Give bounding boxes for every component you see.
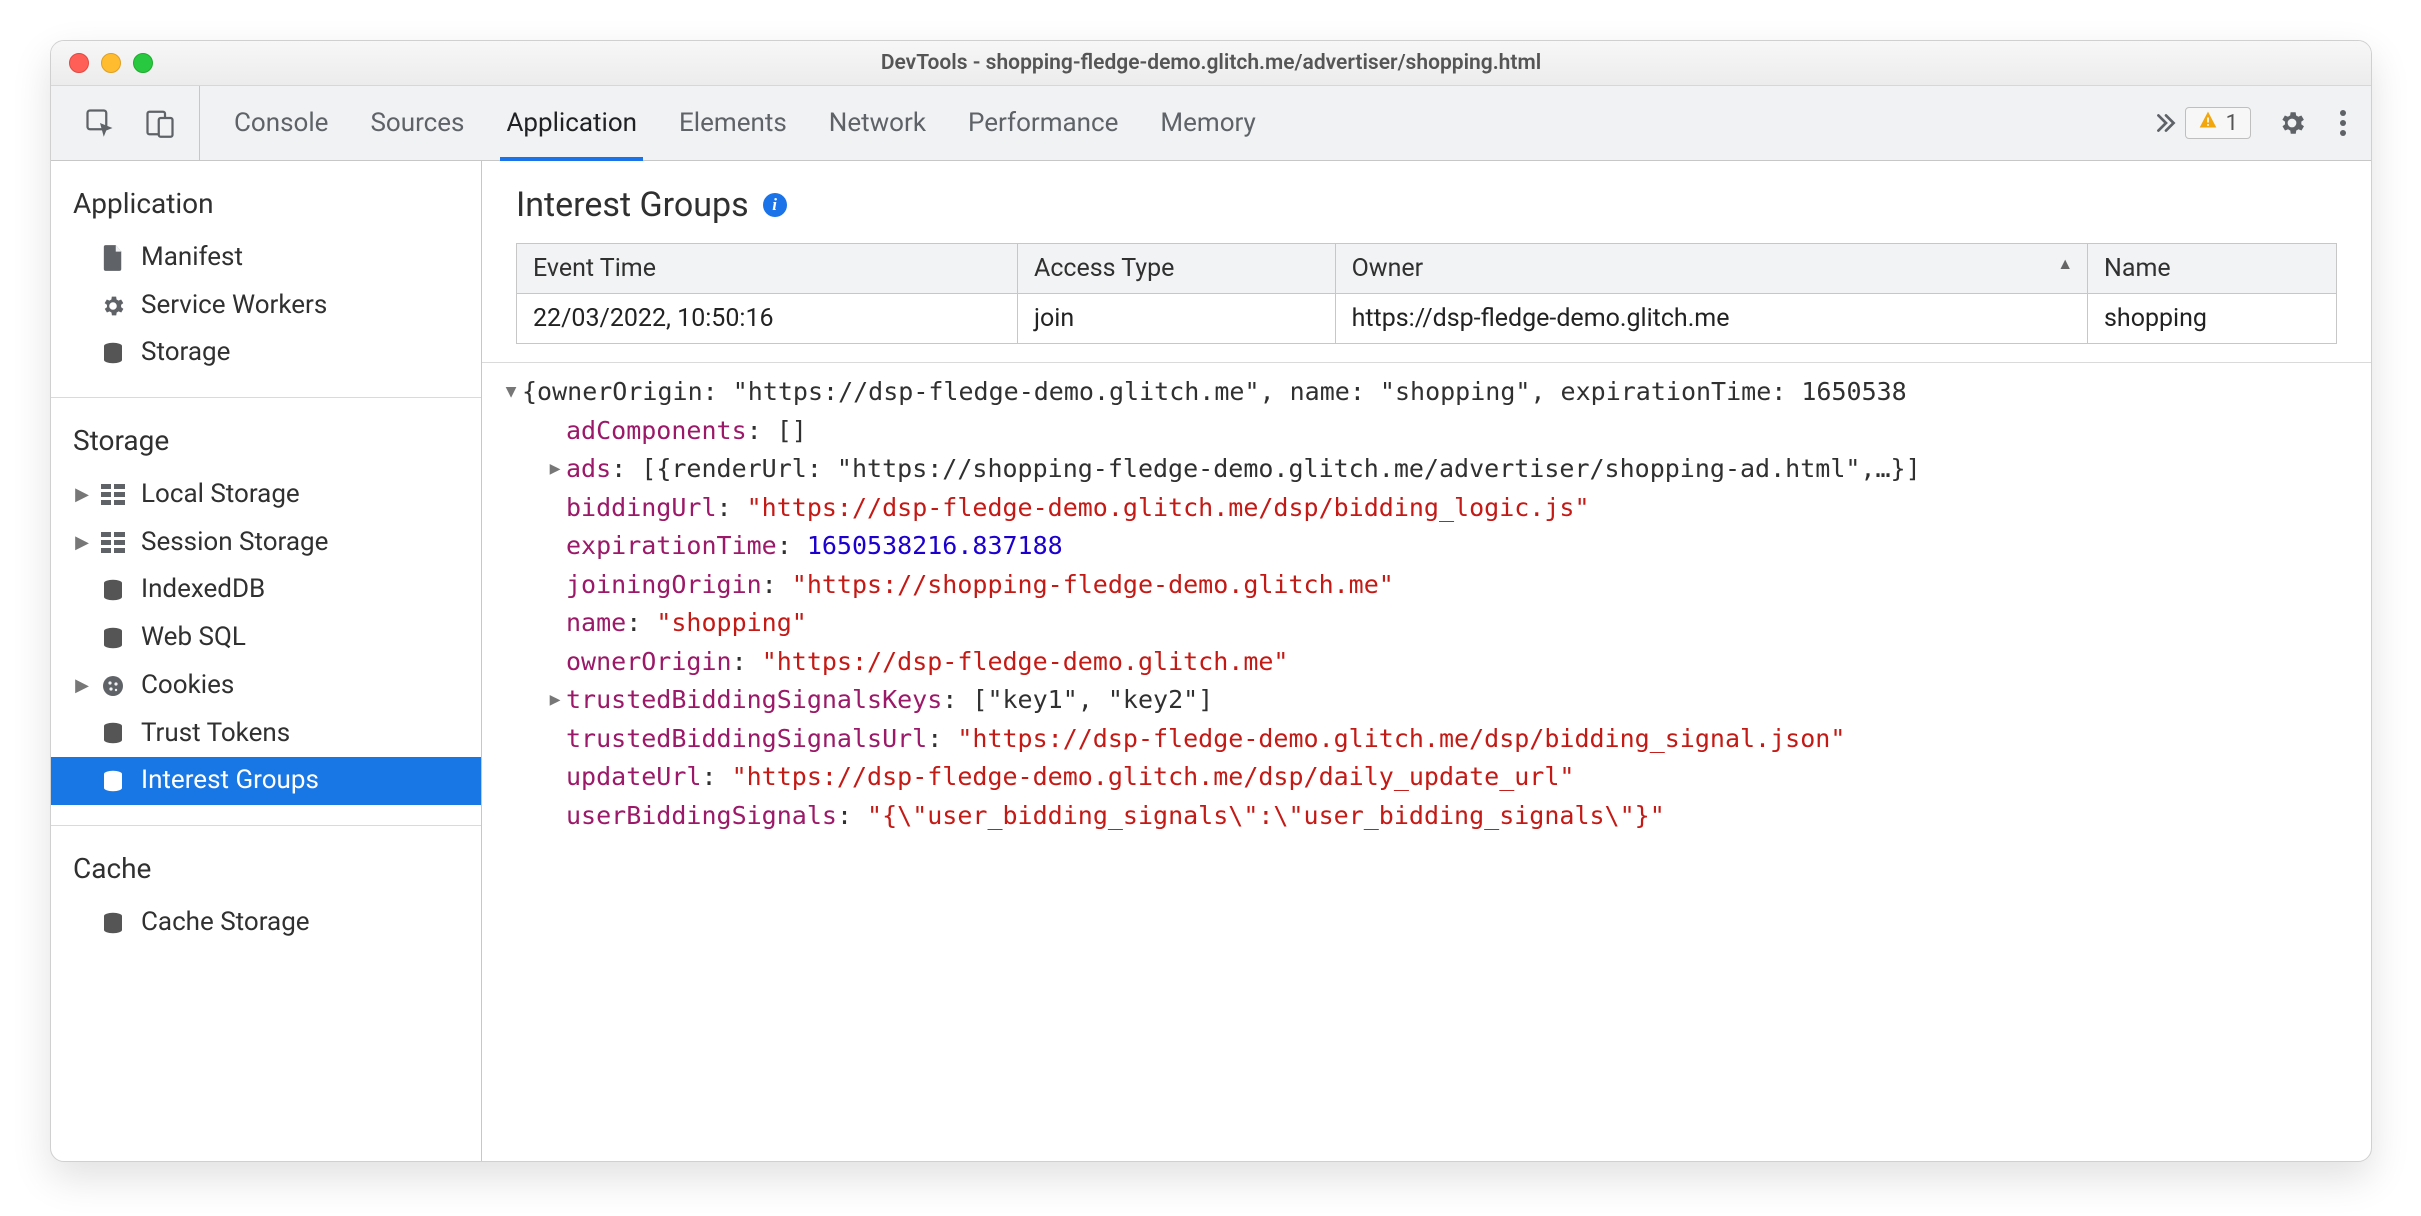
tab-sources[interactable]: Sources — [370, 86, 464, 160]
col-access-type[interactable]: Access Type — [1018, 244, 1336, 294]
inspect-icon[interactable] — [79, 102, 121, 144]
db-icon — [99, 578, 127, 602]
col-event-time[interactable]: Event Time — [517, 244, 1018, 294]
db-icon — [99, 769, 127, 793]
chevron-right-icon[interactable]: ▶ — [73, 482, 91, 508]
file-icon — [99, 245, 127, 271]
tree-item-trustedBiddingSignalsKeys[interactable]: ▶trustedBiddingSignalsKeys: ["key1", "ke… — [500, 681, 2353, 720]
zoom-window-button[interactable] — [133, 53, 153, 73]
sidebar-item-label: Local Storage — [141, 476, 300, 514]
sidebar-section-cache: Cache — [51, 844, 481, 899]
device-toolbar-icon[interactable] — [139, 102, 181, 144]
tree-item-adComponents[interactable]: adComponents: [] — [500, 412, 2353, 451]
db-icon — [99, 721, 127, 745]
tree-item-ads[interactable]: ▶ads: [{renderUrl: "https://shopping-fle… — [500, 450, 2353, 489]
tree-item-trustedBiddingSignalsUrl[interactable]: trustedBiddingSignalsUrl: "https://dsp-f… — [500, 720, 2353, 759]
tab-elements[interactable]: Elements — [679, 86, 787, 160]
toolbar: Console Sources Application Elements Network… — [51, 86, 2371, 161]
issues-badge[interactable]: 1 — [2185, 107, 2251, 139]
settings-icon[interactable] — [2271, 102, 2313, 144]
sidebar-item-local-storage[interactable]: ▶ Local Storage — [51, 471, 481, 519]
sidebar-item-label: Service Workers — [141, 287, 327, 325]
chevron-right-icon[interactable]: ▶ — [73, 673, 91, 699]
sidebar-item-storage[interactable]: Storage — [51, 329, 481, 377]
close-window-button[interactable] — [69, 53, 89, 73]
tree-item-userBiddingSignals[interactable]: userBiddingSignals: "{\"user_bidding_sig… — [500, 797, 2353, 836]
db-icon — [99, 341, 127, 365]
tab-network[interactable]: Network — [829, 86, 926, 160]
main-panel: Interest Groups i Event TimeAccess TypeO… — [482, 161, 2371, 1161]
info-icon[interactable]: i — [763, 193, 787, 217]
panel-header: Interest Groups i — [482, 161, 2371, 237]
sidebar-item-service-workers[interactable]: Service Workers — [51, 282, 481, 330]
chevron-right-icon[interactable]: ▶ — [544, 681, 566, 714]
minimize-window-button[interactable] — [101, 53, 121, 73]
sidebar-item-label: Interest Groups — [141, 762, 319, 800]
sidebar-item-label: Cookies — [141, 667, 234, 705]
warning-icon — [2198, 110, 2218, 136]
sidebar-item-interest-groups[interactable]: Interest Groups — [51, 757, 481, 805]
titlebar: DevTools - shopping-fledge-demo.glitch.m… — [51, 41, 2371, 86]
tab-performance[interactable]: Performance — [968, 86, 1118, 160]
table-cell: join — [1018, 294, 1336, 344]
sidebar-item-label: Web SQL — [141, 619, 246, 657]
sidebar-item-label: Manifest — [141, 239, 243, 277]
sidebar-item-trust-tokens[interactable]: Trust Tokens — [51, 710, 481, 758]
gear-icon — [99, 293, 127, 319]
tab-console[interactable]: Console — [234, 86, 328, 160]
devtools-window: DevTools - shopping-fledge-demo.glitch.m… — [50, 40, 2372, 1162]
issues-count: 1 — [2226, 111, 2238, 136]
tree-item-biddingUrl[interactable]: biddingUrl: "https://dsp-fledge-demo.gli… — [500, 489, 2353, 528]
cookie-icon — [99, 674, 127, 698]
sidebar-item-label: Session Storage — [141, 524, 328, 562]
chevron-down-icon[interactable]: ▼ — [500, 373, 522, 406]
tree-item-expirationTime[interactable]: expirationTime: 1650538216.837188 — [500, 527, 2353, 566]
more-tabs-icon[interactable] — [2147, 86, 2185, 160]
chevron-right-icon[interactable]: ▶ — [73, 530, 91, 556]
tree-item-joiningOrigin[interactable]: joiningOrigin: "https://shopping-fledge-… — [500, 566, 2353, 605]
tab-memory[interactable]: Memory — [1160, 86, 1255, 160]
chevron-right-icon[interactable]: ▶ — [544, 450, 566, 483]
tree-item-updateUrl[interactable]: updateUrl: "https://dsp-fledge-demo.glit… — [500, 758, 2353, 797]
sidebar: Application Manifest Service Workers Storag… — [51, 161, 482, 1161]
tree-item-name[interactable]: name: "shopping" — [500, 604, 2353, 643]
kebab-menu-icon[interactable] — [2333, 102, 2353, 144]
table-row[interactable]: 22/03/2022, 10:50:16joinhttps://dsp-fled… — [517, 294, 2337, 344]
sidebar-item-manifest[interactable]: Manifest — [51, 234, 481, 282]
object-tree: ▼{ownerOrigin: "https://dsp-fledge-demo.… — [482, 362, 2371, 835]
sidebar-item-web-sql[interactable]: Web SQL — [51, 614, 481, 662]
tree-root[interactable]: ▼{ownerOrigin: "https://dsp-fledge-demo.… — [500, 373, 2353, 412]
db-icon — [99, 911, 127, 935]
sidebar-item-session-storage[interactable]: ▶ Session Storage — [51, 519, 481, 567]
window-controls — [69, 53, 153, 73]
db-icon — [99, 626, 127, 650]
grid-icon — [99, 484, 127, 506]
table-cell: 22/03/2022, 10:50:16 — [517, 294, 1018, 344]
tree-item-ownerOrigin[interactable]: ownerOrigin: "https://dsp-fledge-demo.gl… — [500, 643, 2353, 682]
sidebar-item-label: IndexedDB — [141, 571, 265, 609]
panel-title: Interest Groups — [516, 185, 749, 225]
table-cell: https://dsp-fledge-demo.glitch.me — [1335, 294, 2087, 344]
sidebar-item-label: Cache Storage — [141, 904, 310, 942]
sidebar-item-indexeddb[interactable]: IndexedDB — [51, 566, 481, 614]
table-cell: shopping — [2088, 294, 2337, 344]
sidebar-section-application: Application — [51, 179, 481, 234]
window-title: DevTools - shopping-fledge-demo.glitch.m… — [67, 51, 2355, 75]
col-name[interactable]: Name — [2088, 244, 2337, 294]
grid-icon — [99, 532, 127, 554]
sidebar-item-cache-storage[interactable]: Cache Storage — [51, 899, 481, 947]
sort-asc-icon: ▲ — [2057, 254, 2073, 274]
sidebar-section-storage: Storage — [51, 416, 481, 471]
events-table: Event TimeAccess TypeOwner▲Name 22/03/20… — [516, 243, 2337, 344]
tab-application[interactable]: Application — [506, 86, 637, 160]
col-owner[interactable]: Owner▲ — [1335, 244, 2087, 294]
sidebar-item-cookies[interactable]: ▶ Cookies — [51, 662, 481, 710]
sidebar-item-label: Trust Tokens — [141, 715, 290, 753]
sidebar-item-label: Storage — [141, 334, 230, 372]
